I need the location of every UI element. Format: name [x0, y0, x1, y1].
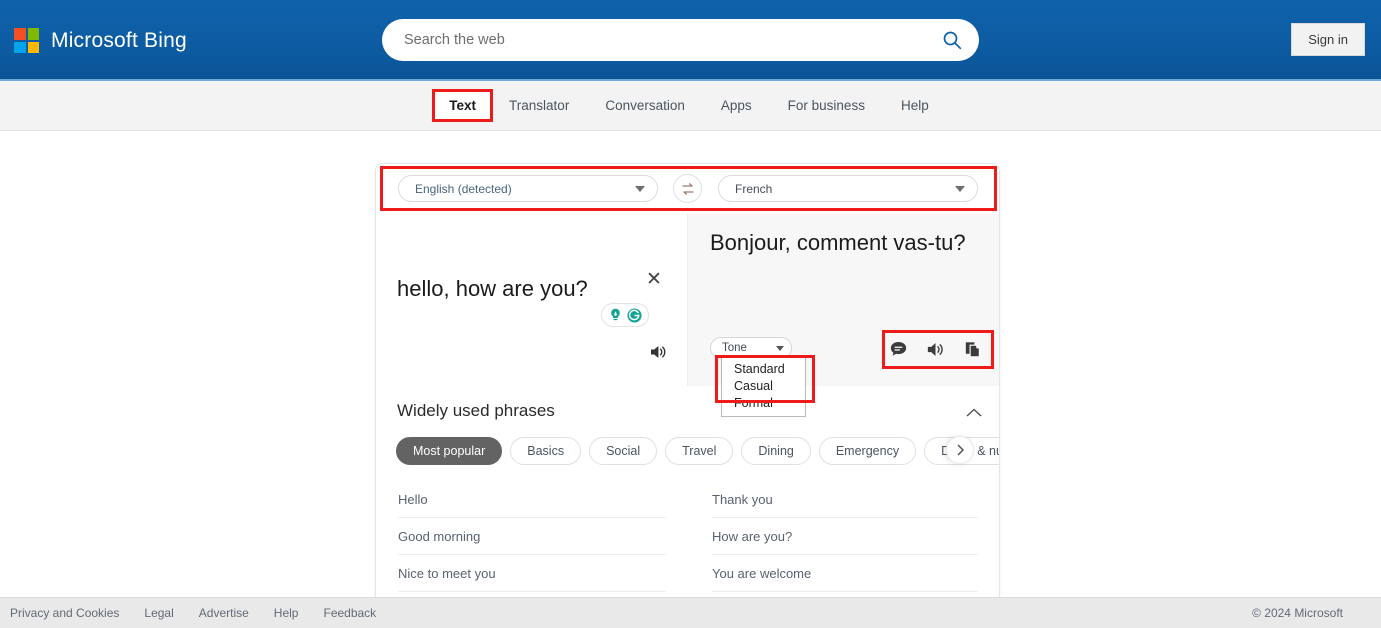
- tone-option-formal[interactable]: Formal: [722, 395, 805, 412]
- nav-item-translator[interactable]: Translator: [491, 91, 587, 120]
- microsoft-logo-icon: [14, 28, 39, 53]
- tone-dropdown-menu[interactable]: Standard Casual Formal: [721, 357, 806, 417]
- speaker-icon-source[interactable]: [648, 342, 668, 367]
- chip-basics[interactable]: Basics: [510, 437, 582, 465]
- chevron-right-icon[interactable]: [946, 436, 974, 464]
- target-language-label: French: [735, 181, 773, 196]
- chevron-up-icon[interactable]: [965, 406, 983, 424]
- copy-icon[interactable]: [962, 339, 983, 360]
- search-icon: [943, 31, 962, 50]
- list-item[interactable]: Hello: [398, 481, 666, 518]
- phrase-column-right: Thank you How are you? You are welcome G…: [688, 481, 999, 597]
- swap-arrows-icon: [681, 182, 694, 195]
- chip-social[interactable]: Social: [589, 437, 658, 465]
- chip-travel[interactable]: Travel: [665, 437, 734, 465]
- phrases-section: Widely used phrases Most popular Basics …: [376, 386, 999, 597]
- nav-item-text[interactable]: Text: [432, 89, 494, 122]
- main-nav: Text Translator Conversation Apps For bu…: [0, 81, 1381, 131]
- swap-languages-button[interactable]: [673, 174, 702, 203]
- nav-item-help[interactable]: Help: [883, 91, 947, 120]
- phrase-category-chips: Most popular Basics Social Travel Dining…: [396, 436, 999, 466]
- phrase-column-left: Hello Good morning Nice to meet you Good…: [376, 481, 688, 597]
- tone-option-casual[interactable]: Casual: [722, 378, 805, 395]
- sign-in-button[interactable]: Sign in: [1291, 23, 1365, 56]
- speaker-icon[interactable]: [925, 339, 946, 360]
- nav-item-apps[interactable]: Apps: [703, 91, 770, 120]
- chip-most-popular[interactable]: Most popular: [396, 437, 503, 465]
- grammarly-g-icon: [627, 307, 642, 323]
- source-language-select[interactable]: English (detected): [398, 175, 658, 202]
- footer-links: Privacy and Cookies Legal Advertise Help…: [0, 606, 376, 620]
- grammarly-badge[interactable]: [601, 303, 649, 327]
- target-text: Bonjour, comment vas-tu?: [710, 230, 966, 255]
- nav-item-conversation[interactable]: Conversation: [587, 91, 703, 120]
- chevron-down-icon: [776, 345, 784, 351]
- source-pane[interactable]: hello, how are you? ✕: [376, 214, 688, 386]
- footer-link-feedback[interactable]: Feedback: [323, 606, 376, 620]
- search-input[interactable]: [382, 32, 925, 48]
- list-item[interactable]: Good morning: [398, 518, 666, 555]
- list-item[interactable]: Thank you: [712, 481, 978, 518]
- nav-item-for-business[interactable]: For business: [770, 91, 883, 120]
- source-text[interactable]: hello, how are you?: [397, 274, 612, 304]
- footer-link-legal[interactable]: Legal: [144, 606, 173, 620]
- chevron-down-icon: [635, 185, 645, 192]
- chip-emergency[interactable]: Emergency: [818, 437, 917, 465]
- feedback-icon[interactable]: [888, 339, 909, 360]
- lightbulb-icon: [611, 308, 620, 320]
- target-language-select[interactable]: French: [718, 175, 978, 202]
- page-header: Microsoft Bing Sign in: [0, 0, 1381, 81]
- source-language-label: English (detected): [415, 181, 512, 196]
- page-footer: Privacy and Cookies Legal Advertise Help…: [0, 597, 1381, 628]
- phrases-title: Widely used phrases: [397, 401, 555, 420]
- footer-link-advertise[interactable]: Advertise: [199, 606, 249, 620]
- search-button[interactable]: [925, 19, 979, 61]
- tone-option-standard[interactable]: Standard: [722, 361, 805, 378]
- search-bar[interactable]: [382, 19, 979, 61]
- footer-link-help[interactable]: Help: [274, 606, 299, 620]
- chevron-down-icon: [955, 185, 965, 192]
- brand[interactable]: Microsoft Bing: [14, 28, 187, 53]
- list-item[interactable]: How are you?: [712, 518, 978, 555]
- tone-select[interactable]: Tone: [710, 337, 792, 359]
- copyright-text: © 2024 Microsoft: [1252, 606, 1343, 620]
- tone-label: Tone: [722, 342, 747, 354]
- list-item[interactable]: You are welcome: [712, 555, 978, 592]
- list-item[interactable]: Nice to meet you: [398, 555, 666, 592]
- phrase-list: Hello Good morning Nice to meet you Good…: [376, 481, 999, 597]
- close-icon[interactable]: ✕: [646, 270, 662, 289]
- translator-card: English (detected) French hello, how are…: [375, 163, 1000, 598]
- footer-link-privacy[interactable]: Privacy and Cookies: [10, 606, 119, 620]
- target-actions: [888, 336, 988, 363]
- chip-dining[interactable]: Dining: [741, 437, 811, 465]
- brand-label: Microsoft Bing: [51, 28, 187, 52]
